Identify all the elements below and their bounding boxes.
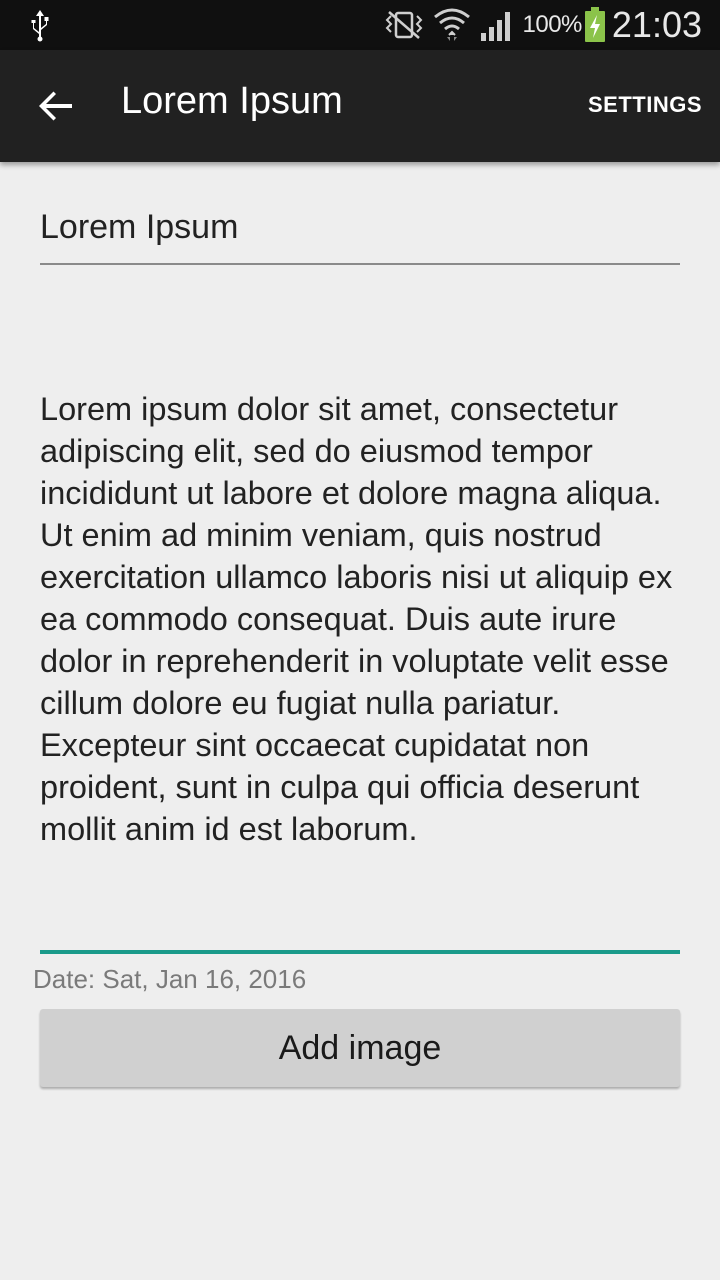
body-text-field[interactable]: Lorem ipsum dolor sit amet, consectetur … bbox=[40, 388, 680, 954]
battery-charging-icon bbox=[584, 7, 605, 42]
app-bar: Lorem Ipsum SETTINGS bbox=[0, 50, 720, 162]
clock: 21:03 bbox=[611, 4, 702, 45]
status-bar: 100% 21:03 bbox=[0, 0, 720, 50]
signal-icon bbox=[480, 12, 510, 41]
title-field[interactable]: Lorem Ipsum bbox=[40, 204, 680, 265]
title-field-value: Lorem Ipsum bbox=[40, 208, 239, 246]
usb-icon bbox=[31, 10, 49, 42]
page-title: Lorem Ipsum bbox=[121, 80, 343, 122]
wifi-icon bbox=[433, 8, 470, 41]
body-text-value: Lorem ipsum dolor sit amet, consectetur … bbox=[40, 391, 673, 847]
date-label: Date: Sat, Jan 16, 2016 bbox=[33, 964, 307, 994]
settings-button[interactable]: SETTINGS bbox=[588, 92, 702, 118]
add-image-button[interactable]: Add image bbox=[40, 1009, 680, 1087]
vibrate-icon bbox=[385, 11, 422, 39]
battery-percent: 100% bbox=[522, 11, 583, 38]
arrow-back-icon[interactable] bbox=[36, 86, 76, 126]
add-image-button-label: Add image bbox=[278, 1028, 442, 1067]
